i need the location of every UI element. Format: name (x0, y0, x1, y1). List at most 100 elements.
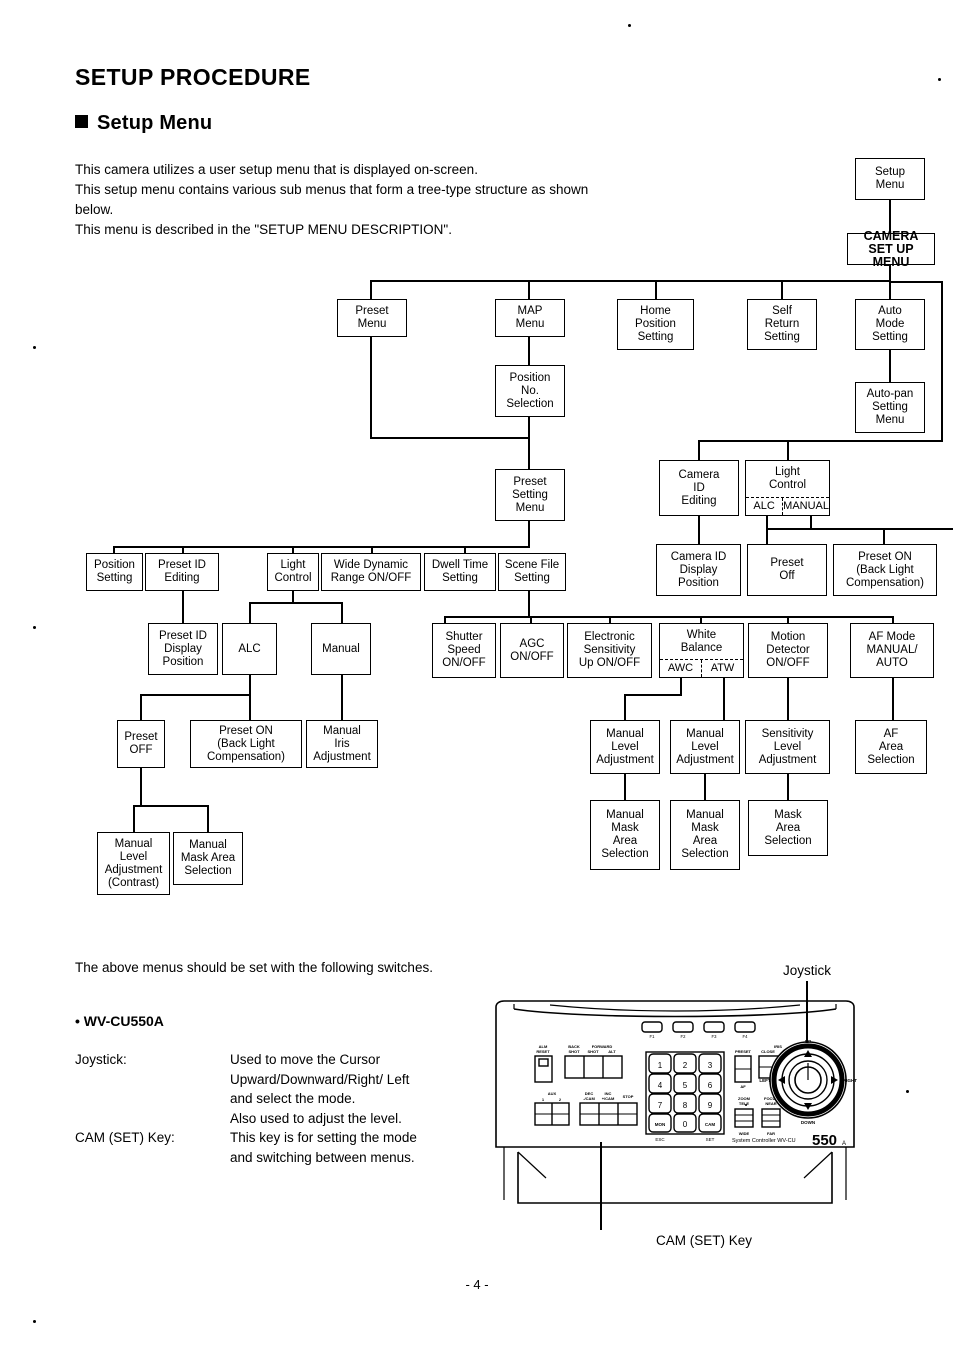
fkey-label-f4: F4 (743, 1034, 749, 1039)
node-af-area-selection: AF Area Selection (855, 720, 927, 774)
drop-home-position (655, 280, 657, 299)
label-iris: IRIS (774, 1044, 782, 1049)
keypad-key-mon: MON (655, 1122, 666, 1127)
node-manual-mask-area-selection-awc-label: Manual Mask Area Selection (601, 809, 649, 860)
label-stop: STOP (623, 1094, 634, 1099)
drop-wide-dynamic (371, 546, 373, 553)
node-manual-level-adjustment-awc: Manual Level Adjustment (590, 720, 660, 774)
node-af-mode-label: AF Mode MANUAL/ AUTO (866, 631, 918, 669)
label-alt: ALT (608, 1049, 616, 1054)
drop-shutter-speed (444, 616, 446, 623)
keypad-key-6: 6 (708, 1081, 713, 1090)
drop-light-control-left (292, 546, 294, 553)
bus-row-cameraid-lightcontrol (698, 440, 943, 442)
speckle (906, 1090, 909, 1093)
callout-joystick: Joystick (783, 963, 832, 978)
node-auto-pan-setting-menu-label: Auto-pan Setting Menu (866, 388, 914, 426)
drop-alc (249, 602, 251, 623)
connector-awc-drop (624, 694, 626, 720)
node-sensitivity-level-adjustment-label: Sensitivity Level Adjustment (758, 727, 817, 766)
keypad-key-3: 3 (708, 1061, 713, 1070)
speckle (33, 1320, 36, 1323)
keypad-key-9: 9 (708, 1101, 713, 1110)
node-preset-off-right: Preset Off (747, 544, 827, 596)
fkey-label-f1: F1 (650, 1034, 656, 1039)
node-preset-setting-menu: Preset Setting Menu (495, 469, 565, 521)
label-preset-af: AF (740, 1084, 746, 1089)
label-wide: WIDE (739, 1131, 750, 1136)
bus-row1 (370, 280, 891, 282)
node-light-control-right: Light Control ALC MANUAL (745, 460, 830, 516)
model-suffix: A (842, 1141, 846, 1147)
connector-cameraid-to-display (698, 516, 700, 544)
option-atw[interactable]: ATW (701, 660, 743, 677)
spec-term: CAM (SET) Key: (75, 1130, 175, 1145)
node-map-menu: MAP Menu (495, 299, 565, 337)
keypad-key-4: 4 (658, 1081, 663, 1090)
node-shutter-speed: Shutter Speed ON/OFF (432, 623, 496, 678)
spec-row: Joystick: Used to move the Cursor Upward… (75, 1050, 495, 1128)
option-manual[interactable]: MANUAL (782, 498, 829, 515)
option-alc[interactable]: ALC (746, 498, 782, 515)
node-setup-menu-label: Setup Menu (874, 166, 906, 191)
node-light-control-left-label: Light Control (274, 559, 312, 584)
connector-presetmenu-across (370, 437, 530, 439)
drop-dwell-time (464, 546, 466, 553)
connector-awc-left (624, 694, 682, 696)
drop-self-return (781, 280, 783, 299)
keypad-key-2: 2 (683, 1061, 688, 1070)
node-light-control-right-options: ALC MANUAL (746, 497, 829, 515)
callout-cam-set-key: CAM (SET) Key (656, 1233, 753, 1248)
connector-presetmenu-down (370, 337, 372, 439)
joystick-label-right: RIGHT (843, 1078, 857, 1083)
node-preset-id-editing-label: Preset ID Editing (158, 559, 206, 584)
node-shutter-speed-label: Shutter Speed ON/OFF (442, 631, 486, 669)
node-position-setting-label: Position Setting (94, 559, 135, 584)
bus-alc-manual (249, 602, 343, 604)
node-auto-mode-setting: Auto Mode Setting (855, 299, 925, 350)
node-manual-iris-adjustment: Manual Iris Adjustment (306, 720, 378, 768)
spec-term: Joystick: (75, 1052, 127, 1067)
drop-position-setting (113, 546, 115, 553)
node-light-control-left: Light Control (267, 553, 319, 591)
node-preset-menu: Preset Menu (337, 299, 407, 337)
bus-camera-subsettings (444, 616, 894, 618)
node-manual-iris-adjustment-label: Manual Iris Adjustment (313, 724, 371, 763)
label-aux-2: 2 (559, 1097, 562, 1102)
label-tele: TELE (739, 1101, 750, 1106)
node-mask-area-selection: Mask Area Selection (748, 800, 828, 856)
node-camera-id-display-position-label: Camera ID Display Position (670, 550, 727, 589)
joystick-label-left: LEFT (759, 1078, 770, 1083)
drop-manual (341, 602, 343, 623)
drop-preset-off-left (140, 694, 142, 720)
node-white-balance: White Balance AWC ATW (659, 623, 744, 678)
bus-row3-left (113, 546, 530, 548)
speckle (938, 78, 941, 81)
node-self-return-setting: Self Return Setting (747, 299, 817, 350)
node-home-position-setting-label: Home Position Setting (635, 305, 676, 343)
option-awc[interactable]: AWC (660, 660, 701, 677)
node-position-no-selection-label: Position No. Selection (506, 371, 554, 410)
connector-motion-to-sensitivity (787, 678, 789, 720)
bus-bottom-left-pair (133, 805, 209, 807)
drop-preset-on-right (883, 528, 885, 544)
drop-manual-mask-area-left (207, 805, 209, 832)
node-manual-level-adjustment-contrast-label: Manual Level Adjustment (Contrast) (104, 837, 163, 889)
node-camera-id-display-position: Camera ID Display Position (656, 544, 741, 596)
node-wide-dynamic-range: Wide Dynamic Range ON/OFF (321, 553, 421, 591)
keypad-key-8: 8 (683, 1101, 688, 1110)
node-auto-mode-setting-label: Auto Mode Setting (872, 305, 908, 343)
node-electronic-sensitivity-label: Electronic Sensitivity Up ON/OFF (578, 631, 641, 669)
drop-light-control-right (787, 440, 789, 460)
drop-af-mode (892, 616, 894, 623)
node-manual-level-adjustment-atw: Manual Level Adjustment (670, 720, 740, 774)
joystick-icon (769, 1041, 847, 1119)
bus-presetoff-preseton (140, 694, 251, 696)
brand-text: System Controller WV-CU (732, 1138, 796, 1144)
keypad-key-5: 5 (683, 1081, 688, 1090)
fkey-label-f3: F3 (712, 1034, 718, 1039)
keypad-label-set: SET (706, 1137, 715, 1142)
node-manual-mask-area-selection-left: Manual Mask Area Selection (173, 832, 243, 885)
speckle (628, 24, 631, 27)
label-preset: PRESET (735, 1049, 752, 1054)
